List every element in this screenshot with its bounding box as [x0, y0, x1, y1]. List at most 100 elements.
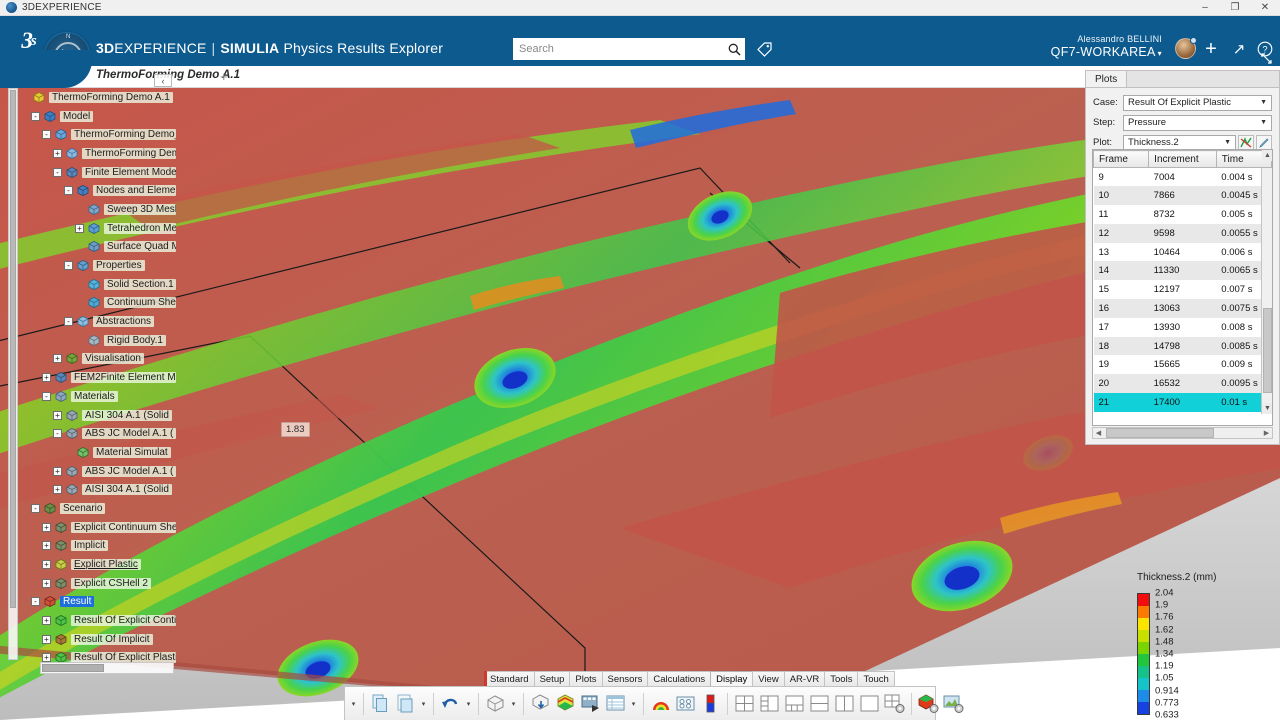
- paste-icon[interactable]: [393, 691, 418, 717]
- tree-node-label[interactable]: AISI 304 A.1 (Solid: [82, 410, 172, 421]
- axis-triad-icon[interactable]: z y x: [1222, 684, 1274, 720]
- tab-plots[interactable]: Plots: [569, 671, 602, 686]
- tree-collapse-toggle[interactable]: -: [31, 597, 40, 606]
- tree-node[interactable]: -Materials: [20, 387, 176, 406]
- table-row[interactable]: 21174000.01 s: [1094, 393, 1272, 412]
- tree-expand-toggle[interactable]: +: [42, 560, 51, 569]
- search-input[interactable]: [513, 39, 723, 59]
- tree-horizontal-scrollbar[interactable]: [40, 662, 174, 674]
- tree-node-label[interactable]: Result Of Explicit Continu: [71, 615, 176, 626]
- table-row[interactable]: 970040.004 s: [1094, 168, 1272, 187]
- maximize-button[interactable]: ❐: [1220, 0, 1250, 16]
- tab-sensors[interactable]: Sensors: [602, 671, 649, 686]
- tree-collapse-toggle[interactable]: -: [64, 317, 73, 326]
- tree-node[interactable]: + Visualisation: [20, 350, 176, 369]
- tree-node[interactable]: +ThermoForming Demo: [20, 144, 176, 163]
- frames-scroll-down-button[interactable]: ▼: [1262, 403, 1273, 414]
- tree-node[interactable]: +Implicit: [20, 537, 176, 556]
- tree-node-label[interactable]: Properties: [93, 260, 145, 271]
- avatar[interactable]: [1175, 38, 1196, 59]
- image-settings-icon[interactable]: [941, 691, 966, 717]
- view-settings-icon[interactable]: [916, 691, 941, 717]
- layout-bottom-3-icon[interactable]: [782, 691, 807, 717]
- tab-calculations[interactable]: Calculations: [647, 671, 711, 686]
- table-row[interactable]: 1187320.005 s: [1094, 205, 1272, 224]
- search-bar[interactable]: [513, 38, 745, 60]
- tree-node[interactable]: +ABS JC Model A.1 (: [20, 462, 176, 481]
- tree-node[interactable]: + Explicit Plastic: [20, 555, 176, 574]
- contour-plot-icon[interactable]: [553, 691, 578, 717]
- expand-panel-button[interactable]: [1256, 50, 1276, 66]
- tree-vertical-scrollbar[interactable]: [8, 88, 18, 660]
- legend-bar-icon[interactable]: [698, 691, 723, 717]
- frames-table-container[interactable]: FrameIncrementTime 970040.004 s1078660.0…: [1092, 149, 1273, 426]
- tree-node[interactable]: +FEM2Finite Element M: [20, 368, 176, 387]
- tab-ar-vr[interactable]: AR-VR: [784, 671, 826, 686]
- tree-collapse-toggle[interactable]: -: [64, 261, 73, 270]
- tree-node-label[interactable]: Rigid Body.1: [104, 335, 166, 346]
- tree-expand-toggle[interactable]: +: [42, 616, 51, 625]
- tree-node-label[interactable]: AISI 304 A.1 (Solid: [82, 484, 172, 495]
- tree-node-label[interactable]: Sweep 3D Mesh: [104, 204, 176, 215]
- tree-node[interactable]: +Explicit Continuum Shell: [20, 518, 176, 537]
- undo-dropdown-caret[interactable]: ▾: [463, 691, 474, 717]
- animation-icon[interactable]: [578, 691, 603, 717]
- table-row[interactable]: 13104640.006 s: [1094, 243, 1272, 262]
- share-button[interactable]: ↗: [1228, 38, 1250, 60]
- bottom-tabstrip[interactable]: StandardSetupPlotsSensorsCalculationsDis…: [484, 671, 894, 686]
- overflow-caret-icon[interactable]: ▾: [348, 691, 359, 717]
- table-row[interactable]: 16130630.0075 s: [1094, 299, 1272, 318]
- bottom-action-bar[interactable]: ▾▾▾▾▾: [344, 686, 936, 720]
- tree-node-label[interactable]: Explicit Plastic: [71, 559, 141, 570]
- part-view-icon[interactable]: [483, 691, 508, 717]
- frames-vscroll-thumb[interactable]: [1263, 308, 1272, 393]
- layout-left-split-icon[interactable]: [757, 691, 782, 717]
- tree-expand-toggle[interactable]: +: [53, 411, 62, 420]
- tree-node-label[interactable]: ThermoForming Demo: [82, 148, 176, 159]
- tree-collapse-button[interactable]: ‹: [154, 74, 172, 87]
- report-table-icon[interactable]: [603, 691, 628, 717]
- tab-view[interactable]: View: [752, 671, 784, 686]
- tree-collapse-toggle[interactable]: -: [53, 429, 62, 438]
- frames-table-column-header[interactable]: Frame: [1094, 151, 1149, 168]
- frames-hscroll-track[interactable]: [1104, 428, 1261, 438]
- tree-collapse-toggle[interactable]: -: [53, 168, 62, 177]
- color-map-icon[interactable]: [648, 691, 673, 717]
- tree-node-label[interactable]: Result: [60, 596, 94, 607]
- tree-expand-toggle[interactable]: +: [53, 354, 62, 363]
- tree-node[interactable]: - Nodes and Element: [20, 181, 176, 200]
- tree-node[interactable]: +Tetrahedron Me: [20, 219, 176, 238]
- tree-expand-toggle[interactable]: +: [42, 579, 51, 588]
- paste-dropdown-caret[interactable]: ▾: [418, 691, 429, 717]
- tab-tools[interactable]: Tools: [824, 671, 858, 686]
- undo-icon[interactable]: [438, 691, 463, 717]
- tree-node[interactable]: -Model: [20, 107, 176, 126]
- tree-node-label[interactable]: Material Simulat: [93, 447, 171, 458]
- tree-node[interactable]: +AISI 304 A.1 (Solid: [20, 480, 176, 499]
- tree-node[interactable]: - ABS JC Model A.1 (: [20, 424, 176, 443]
- tree-hscroll-thumb[interactable]: [42, 664, 104, 672]
- tree-node[interactable]: +Explicit CSHell 2: [20, 574, 176, 593]
- tree-collapse-toggle[interactable]: -: [31, 112, 40, 121]
- tab-setup[interactable]: Setup: [534, 671, 571, 686]
- tree-node-label[interactable]: ABS JC Model A.1 (: [82, 428, 176, 439]
- tree-node[interactable]: Surface Quad M: [20, 238, 176, 257]
- tree-node-label[interactable]: ThermoForming Demo_D: [71, 129, 176, 140]
- tree-node-label[interactable]: Abstractions: [93, 316, 154, 327]
- tree-collapse-toggle[interactable]: -: [64, 186, 73, 195]
- tree-node-label[interactable]: Visualisation: [82, 353, 144, 364]
- add-tab-button[interactable]: +: [220, 69, 228, 84]
- layout-single-icon[interactable]: [857, 691, 882, 717]
- tree-node-label[interactable]: Implicit: [71, 540, 108, 551]
- tree-node-label[interactable]: ABS JC Model A.1 (: [82, 466, 176, 477]
- layout-4-icon[interactable]: [732, 691, 757, 717]
- tree-node-label[interactable]: Solid Section.1: [104, 279, 176, 290]
- frames-table[interactable]: FrameIncrementTime 970040.004 s1078660.0…: [1093, 150, 1272, 412]
- table-row[interactable]: 20165320.0095 s: [1094, 374, 1272, 393]
- table-row[interactable]: 19156650.009 s: [1094, 355, 1272, 374]
- tree-node[interactable]: -ThermoForming Demo_D: [20, 125, 176, 144]
- tree-node[interactable]: Continuum Shell: [20, 294, 176, 313]
- table-row[interactable]: 1295980.0055 s: [1094, 224, 1272, 243]
- table-row[interactable]: 14113300.0065 s: [1094, 261, 1272, 280]
- tree-node-label[interactable]: Nodes and Element: [93, 185, 176, 196]
